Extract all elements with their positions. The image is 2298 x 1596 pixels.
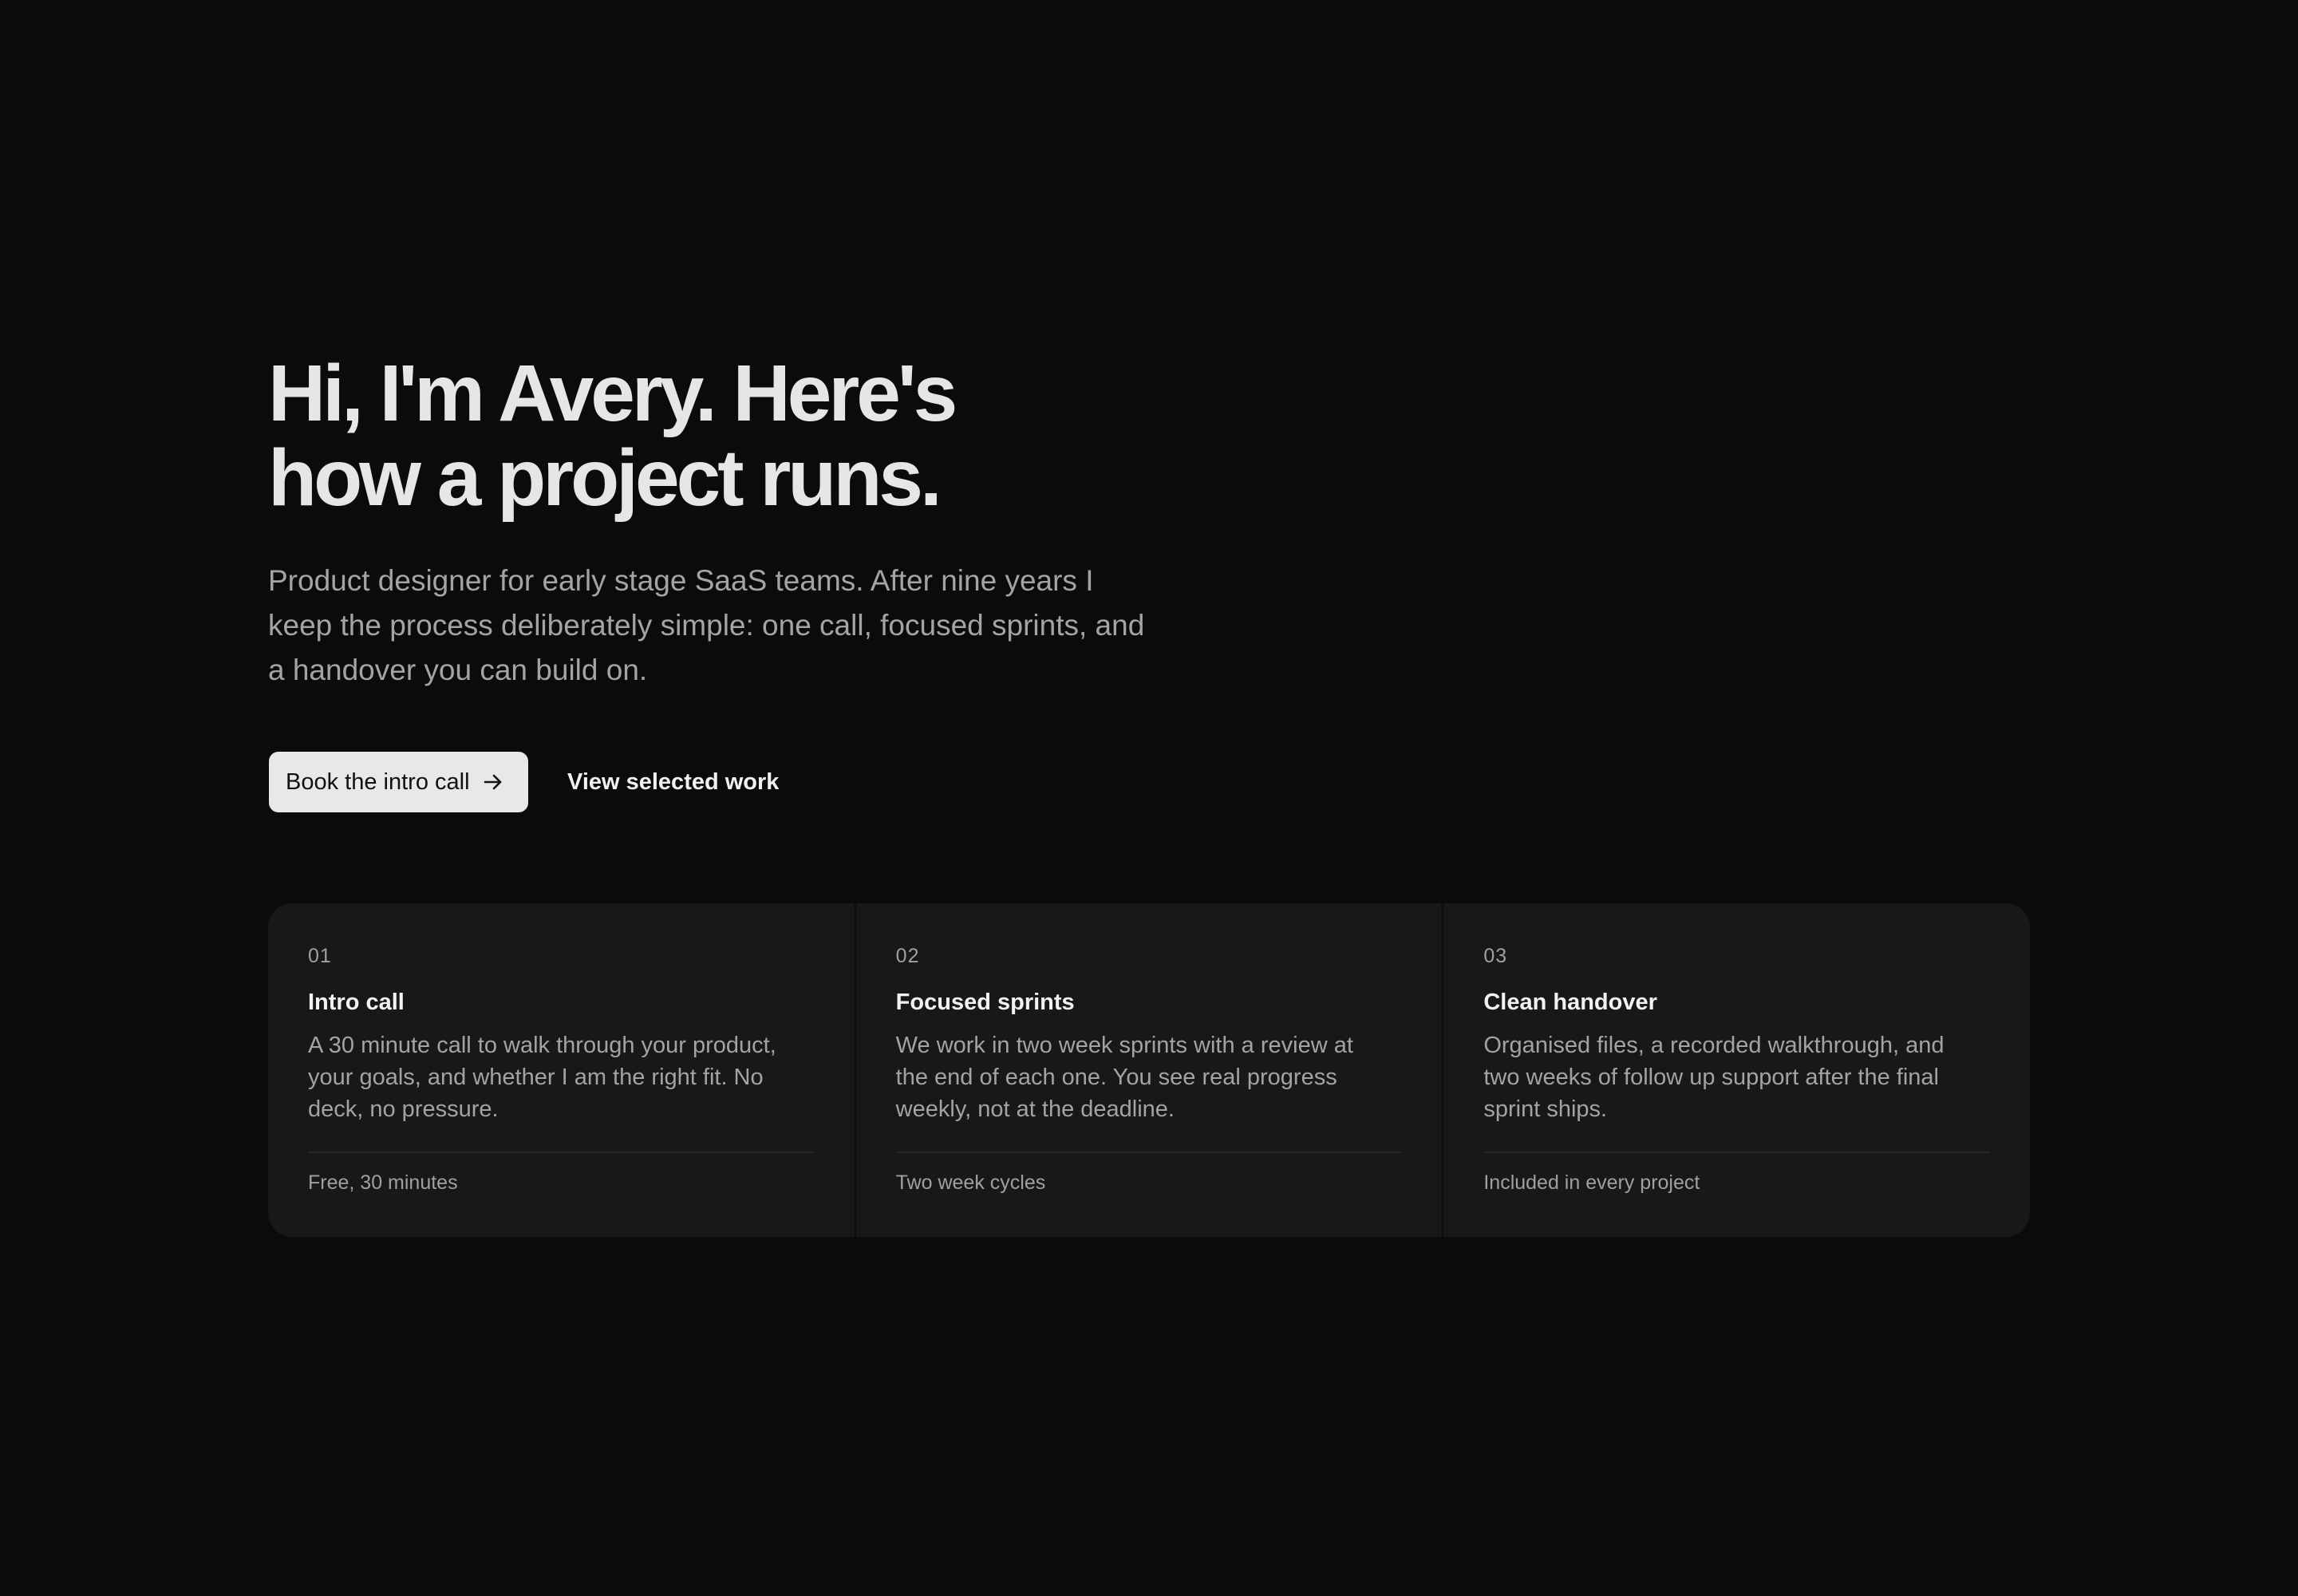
subtitle-line-1: Product designer for early stage SaaS te… — [268, 564, 1094, 597]
book-intro-call-button[interactable]: Book the intro call — [269, 752, 528, 812]
step-description-line: your goals, and whether I am the right f… — [308, 1065, 764, 1090]
step-focused-sprints: 02 Focused sprints We work in two week s… — [854, 903, 1443, 1237]
step-number: 02 — [895, 945, 920, 967]
step-description: Organised files, a recorded walkthrough,… — [1483, 1029, 1990, 1125]
subtitle-line-2: keep the process deliberately simple: on… — [268, 609, 1145, 642]
hero-subtitle: Product designer for early stage SaaS te… — [268, 559, 1226, 693]
headline-line-2: how a project runs. — [268, 433, 942, 523]
subtitle-line-3: a handover you can build on. — [268, 654, 648, 686]
step-description-line: sprint ships. — [1483, 1096, 1608, 1122]
step-title: Intro call — [308, 990, 405, 1015]
headline-line-1: Hi, I'm Avery. Here's — [268, 349, 958, 438]
step-description-line: the end of each one. You see real progre… — [895, 1065, 1337, 1090]
step-intro-call: 01 Intro call A 30 minute call to walk t… — [268, 903, 855, 1237]
process-steps-card: 01 Intro call A 30 minute call to walk t… — [268, 903, 2030, 1237]
step-description-line: weekly, not at the deadline. — [895, 1096, 1175, 1122]
step-number: 01 — [308, 945, 332, 967]
step-description: We work in two week sprints with a revie… — [896, 1029, 1403, 1125]
page-title: Hi, I'm Avery. Here's how a project runs… — [268, 351, 1066, 520]
step-description: A 30 minute call to walk through your pr… — [308, 1029, 815, 1125]
hero-section: Hi, I'm Avery. Here's how a project runs… — [268, 351, 1305, 693]
step-meta: Included in every project — [1483, 1171, 1700, 1194]
step-clean-handover: 03 Clean handover Organised files, a rec… — [1442, 903, 2030, 1237]
step-divider — [1483, 1152, 1991, 1153]
step-description-line: Organised files, a recorded walkthrough,… — [1483, 1033, 1945, 1058]
view-selected-work-link[interactable]: View selected work — [567, 769, 779, 796]
hero-actions: Book the intro call View selected work — [269, 752, 779, 812]
arrow-right-icon — [483, 772, 503, 792]
step-description-line: two weeks of follow up support after the… — [1483, 1065, 1939, 1090]
step-meta: Two week cycles — [895, 1171, 1046, 1194]
step-number: 03 — [1483, 945, 1508, 967]
step-meta: Free, 30 minutes — [308, 1171, 458, 1194]
book-intro-call-label: Book the intro call — [286, 768, 470, 795]
step-divider — [308, 1152, 815, 1153]
step-title: Focused sprints — [895, 990, 1075, 1015]
step-title: Clean handover — [1483, 990, 1657, 1015]
step-description-line: deck, no pressure. — [308, 1096, 499, 1122]
step-description-line: We work in two week sprints with a revie… — [895, 1033, 1353, 1058]
step-description-line: A 30 minute call to walk through your pr… — [308, 1033, 776, 1058]
step-divider — [895, 1152, 1403, 1153]
